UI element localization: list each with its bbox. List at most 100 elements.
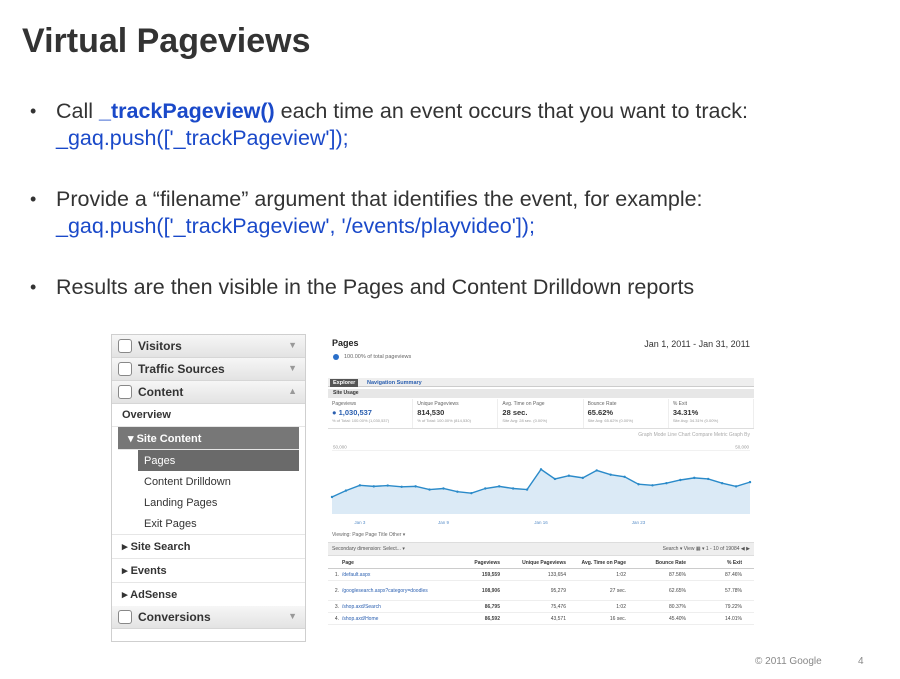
code-snippet: _gaq.push(['_trackPageview', '/events/pl… bbox=[56, 214, 535, 238]
data-point bbox=[414, 485, 417, 488]
data-point bbox=[344, 489, 348, 492]
nav-item-landing-pages[interactable]: Landing Pages bbox=[112, 492, 305, 513]
data-point bbox=[553, 477, 557, 481]
cell: 86,592 bbox=[484, 615, 500, 622]
nav-item-events[interactable]: ▸ Events bbox=[112, 558, 305, 582]
data-point bbox=[748, 480, 752, 484]
col-header[interactable]: Page bbox=[342, 560, 442, 566]
nav-item-site-search[interactable]: ▸ Site Search bbox=[112, 534, 305, 558]
metric-label: Bounce Rate bbox=[587, 401, 617, 407]
nav-group-conversions[interactable]: Conversions ▼ bbox=[112, 606, 305, 629]
metric-sub: % of Total: 100.00% (814,530) bbox=[417, 418, 471, 423]
tab-navigation-summary[interactable]: Navigation Summary bbox=[364, 379, 425, 387]
cell: 43,571 bbox=[550, 615, 566, 622]
cell: 16 sec. bbox=[609, 615, 626, 622]
data-point bbox=[734, 485, 738, 488]
nav-item-adsense[interactable]: ▸ AdSense bbox=[112, 582, 305, 606]
y-tick-label: 50,000 bbox=[333, 444, 347, 449]
nav-group-label: Conversions bbox=[138, 610, 211, 624]
data-point bbox=[609, 473, 612, 476]
col-header[interactable]: Bounce Rate bbox=[626, 560, 686, 566]
bullet-text: Provide a “filename” argument that ident… bbox=[56, 187, 703, 211]
data-point bbox=[707, 477, 710, 481]
secondary-dimension-select[interactable]: Secondary dimension: Select... ▾ bbox=[332, 546, 405, 552]
bullet-text: Call bbox=[56, 99, 100, 123]
data-point bbox=[567, 474, 571, 477]
metric-exit: % Exit 34.31% Site Avg: 34.31% (0.00%) bbox=[669, 399, 755, 428]
data-point bbox=[456, 490, 459, 493]
code-snippet: _gaq.push(['_trackPageview']); bbox=[56, 126, 349, 150]
viewing-selector[interactable]: Viewing: Page Page Title Other ▾ bbox=[332, 532, 405, 538]
cell: 79.22% bbox=[725, 603, 742, 610]
table-row: 3. /shop.axd/Search 86,795 75,476 1:02 8… bbox=[328, 601, 754, 613]
nav-item-exit-pages[interactable]: Exit Pages bbox=[112, 513, 305, 534]
data-point bbox=[484, 487, 487, 490]
nav-item-pages[interactable]: Pages bbox=[138, 450, 299, 471]
data-point bbox=[665, 481, 668, 485]
page-link[interactable]: /shop.axd/Home bbox=[342, 616, 442, 622]
tab-explorer[interactable]: Explorer bbox=[330, 379, 359, 387]
cell: 133,654 bbox=[547, 571, 566, 578]
metric-sub: Site Avg: 34.31% (0.00%) bbox=[672, 418, 719, 423]
data-point bbox=[623, 475, 626, 479]
col-header[interactable]: % Exit bbox=[686, 560, 746, 566]
area-fill bbox=[332, 469, 750, 514]
bullet-item: Provide a “filename” argument that ident… bbox=[30, 186, 880, 240]
x-tick-label: Jan 23 bbox=[632, 520, 646, 525]
report-tabs: Explorer Navigation Summary bbox=[328, 378, 754, 387]
cell: 14.01% bbox=[725, 615, 742, 622]
table-row: 4. /shop.axd/Home 86,592 43,571 16 sec. … bbox=[328, 613, 754, 625]
nav-group-content[interactable]: Content ▲ bbox=[112, 381, 305, 404]
tab-site-usage[interactable]: Site Usage bbox=[328, 389, 754, 398]
metric-label: Pageviews bbox=[332, 401, 357, 407]
keyword-text: _trackPageview() bbox=[99, 99, 275, 123]
nav-group-visitors[interactable]: Visitors ▼ bbox=[112, 335, 305, 358]
conversions-icon bbox=[118, 610, 132, 624]
metric-sub: Site Avg: 65.62% (0.00%) bbox=[587, 418, 634, 423]
metric-sub: % of Total: 100.00% (1,030,537) bbox=[332, 418, 390, 423]
graph-options[interactable]: Graph Mode Line Chart Compare Metric Gra… bbox=[638, 432, 750, 438]
data-point bbox=[498, 485, 501, 488]
date-range-picker[interactable]: Jan 1, 2011 - Jan 31, 2011 bbox=[644, 339, 750, 349]
chevron-up-icon: ▲ bbox=[288, 386, 297, 396]
metric-value: 814,530 bbox=[417, 408, 445, 417]
col-header[interactable]: Unique Pageviews bbox=[500, 560, 566, 566]
cell: 57.78% bbox=[725, 587, 742, 594]
table-row: 1. /default.aspx 159,559 133,654 1:02 87… bbox=[328, 569, 754, 581]
bullet-text: each time an event occurs that you want … bbox=[274, 99, 748, 123]
chevron-down-icon: ▼ bbox=[288, 340, 297, 350]
x-tick-label: Jan 3 bbox=[354, 520, 366, 525]
metric-pageviews: Pageviews ● 1,030,537% of Total: 100.00% … bbox=[328, 399, 414, 428]
y-tick-label: 50,000 bbox=[735, 444, 749, 449]
page-link[interactable]: /default.aspx bbox=[342, 572, 442, 578]
content-icon bbox=[118, 385, 132, 399]
page-link[interactable]: /googlesearch.aspx?category=doodles bbox=[342, 588, 442, 594]
metrics-summary: Pageviews ● 1,030,537% of Total: 100.00% … bbox=[328, 399, 755, 429]
nav-item-site-content[interactable]: ▾ Site Content bbox=[118, 427, 299, 450]
page-link[interactable]: /shop.axd/Search bbox=[342, 604, 442, 610]
slide-title: Virtual Pageviews bbox=[22, 22, 311, 60]
cell: 86,795 bbox=[484, 603, 500, 610]
segment-percent: 100.00% of total pageviews bbox=[344, 354, 412, 360]
pages-table: Page Pageviews Unique Pageviews Avg. Tim… bbox=[328, 558, 754, 625]
cell: 1:02 bbox=[616, 571, 626, 578]
visitors-icon bbox=[118, 339, 132, 353]
nav-group-label: Visitors bbox=[138, 339, 182, 353]
nav-group-label: Content bbox=[138, 385, 184, 399]
pages-report: Pages Jan 1, 2011 - Jan 31, 2011 100.00%… bbox=[328, 334, 755, 642]
data-point bbox=[330, 495, 334, 499]
data-point bbox=[511, 487, 515, 490]
pageviews-line-chart: 50,00050,00025,00025,000Jan 3Jan 9Jan 16… bbox=[330, 444, 752, 525]
table-pagination[interactable]: Search ▾ View ▦ ▾ 1 - 10 of 19084 ◀ ▶ bbox=[663, 546, 750, 552]
cell: 1:02 bbox=[616, 603, 626, 610]
nav-item-content-drilldown[interactable]: Content Drilldown bbox=[112, 471, 305, 492]
metric-value: ● 1,030,537 bbox=[332, 408, 372, 417]
metric-label: Unique Pageviews bbox=[417, 401, 459, 407]
col-header[interactable]: Avg. Time on Page bbox=[566, 560, 626, 566]
nav-group-traffic-sources[interactable]: Traffic Sources ▼ bbox=[112, 358, 305, 381]
nav-item-overview[interactable]: Overview bbox=[112, 404, 305, 427]
col-header[interactable]: Pageviews bbox=[442, 560, 500, 566]
analytics-sidebar: Visitors ▼ Traffic Sources ▼ Content ▲ Over… bbox=[111, 334, 306, 642]
table-header: Page Pageviews Unique Pageviews Avg. Tim… bbox=[328, 558, 754, 569]
cell: 1. bbox=[334, 571, 339, 578]
